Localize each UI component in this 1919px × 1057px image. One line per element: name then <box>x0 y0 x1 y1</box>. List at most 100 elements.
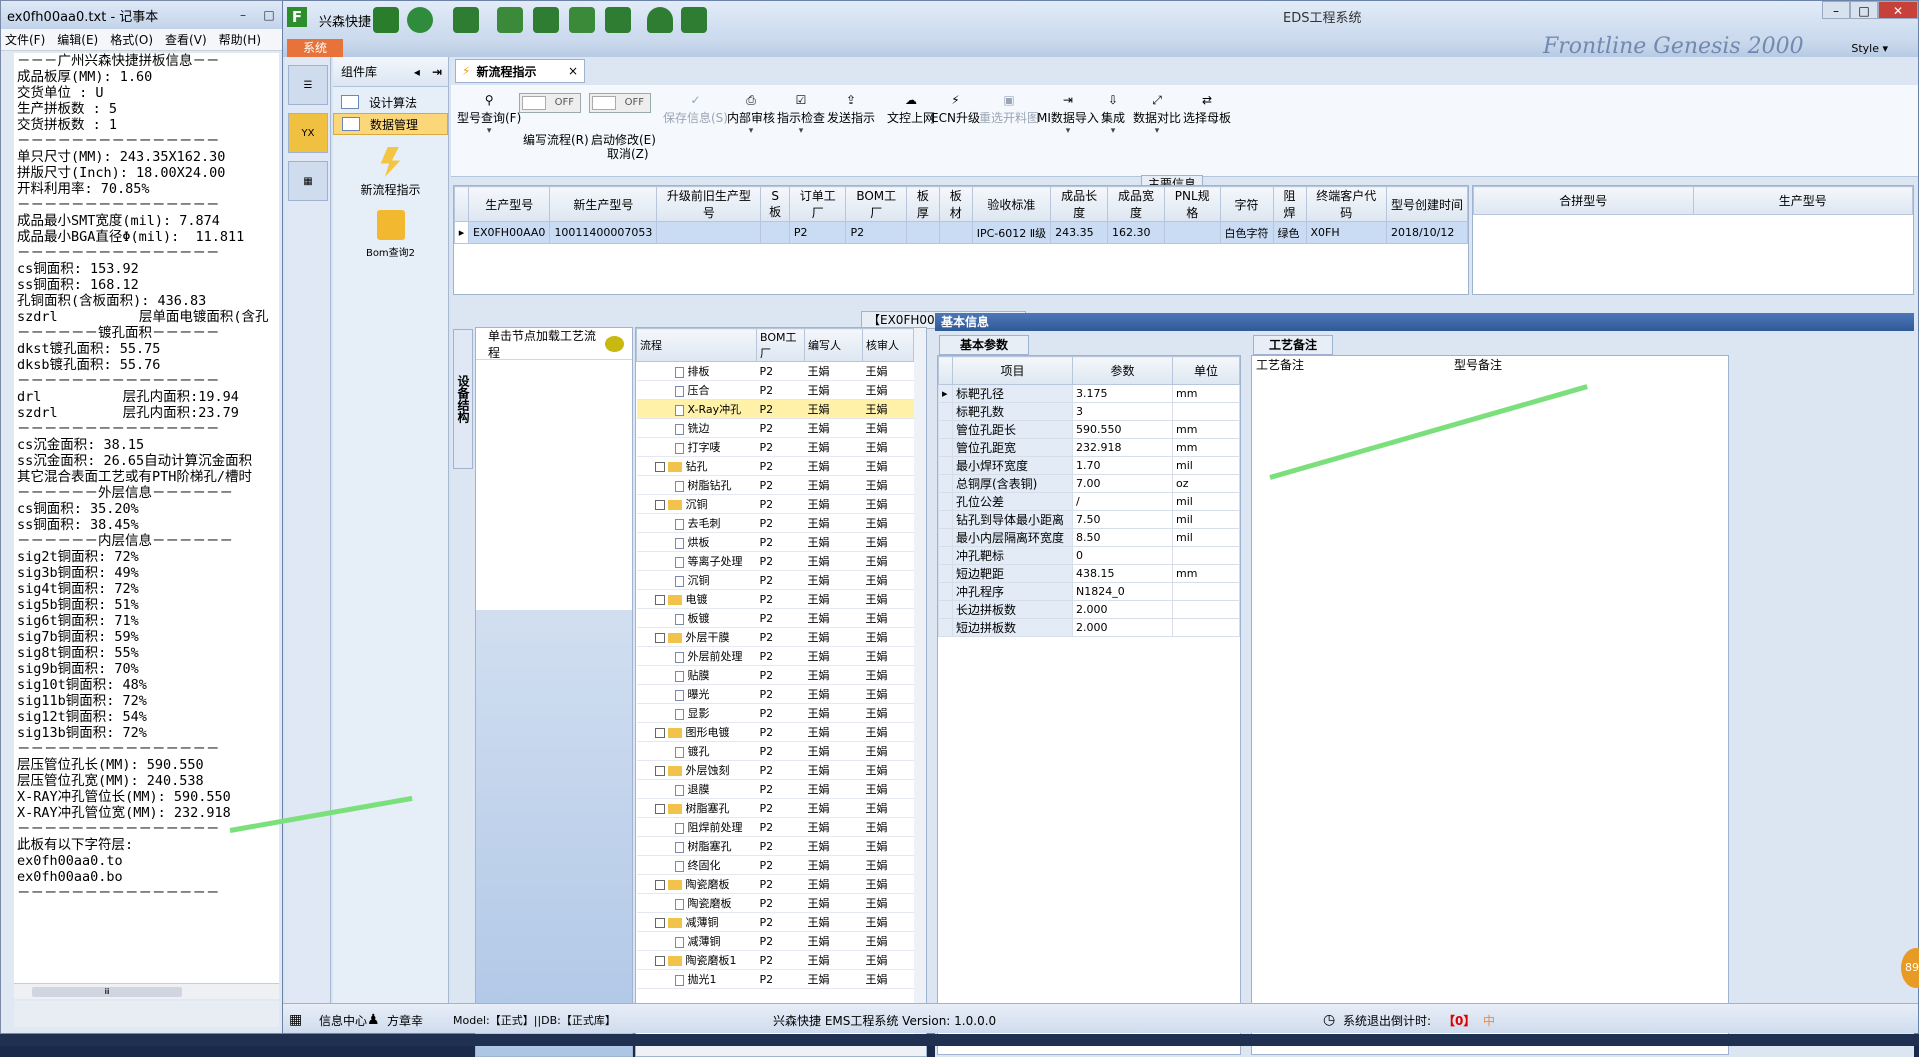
param-value[interactable]: 2.000 <box>1072 618 1173 637</box>
menu-icon[interactable]: ☰ <box>288 65 328 105</box>
param-value[interactable]: 590.550 <box>1072 420 1173 439</box>
collapse-icon[interactable]: ◂ <box>408 65 426 79</box>
expand-icon[interactable] <box>654 804 665 814</box>
param-row[interactable]: 冲孔靶标 0 <box>938 546 1240 565</box>
menu-view[interactable]: 查看(V) <box>165 31 207 48</box>
chart-icon[interactable] <box>681 7 707 33</box>
expand-icon[interactable] <box>654 918 665 928</box>
side-tab-equipment[interactable]: 设备结构 <box>453 329 473 469</box>
menu-help[interactable]: 帮助(H) <box>219 31 261 48</box>
scissors-icon[interactable] <box>497 7 523 33</box>
column-header[interactable]: 成品长度 <box>1050 186 1109 222</box>
table-cell[interactable]: IPC-6012 Ⅱ级 <box>971 221 1052 244</box>
tree-row[interactable]: 陶瓷磨板 P2 王娟 王娟 <box>636 874 914 894</box>
tree-row[interactable]: 减薄铜 P2 王娟 王娟 <box>636 931 914 951</box>
table-cell[interactable]: P2 <box>788 221 847 244</box>
tree-row[interactable]: 压合 P2 王娟 王娟 <box>636 380 914 400</box>
toolbar-button[interactable]: ✓ 保存信息(S) <box>663 85 728 126</box>
tree-row[interactable]: 显影 P2 王娟 王娟 <box>636 703 914 723</box>
column-header[interactable]: 单位 <box>1172 356 1240 385</box>
comp-item-data-mgmt[interactable]: 数据管理 <box>333 113 448 135</box>
tree-row[interactable]: 沉铜 P2 王娟 王娟 <box>636 570 914 590</box>
param-row[interactable]: 冲孔程序 N1824_0 <box>938 582 1240 601</box>
tree-row[interactable]: 图形电镀 P2 王娟 王娟 <box>636 722 914 742</box>
table-cell[interactable]: 白色字符 <box>1219 221 1274 244</box>
toolbar-button[interactable]: ☑ 指示检查 ▾ <box>777 85 825 136</box>
param-value[interactable]: 438.15 <box>1072 564 1173 583</box>
tree-row[interactable]: 陶瓷磨板 P2 王娟 王娟 <box>636 893 914 913</box>
column-header[interactable]: 升级前旧生产型号 <box>656 186 762 222</box>
notepad-text-area[interactable]: －－－广州兴森快捷拼板信息－－ 成品板厚(MM): 1.60 交货单位 : U 生产拼… <box>14 53 279 983</box>
toolbar-button[interactable]: ⚲ 型号查询(F) ▾ <box>457 85 521 136</box>
toolbar-button[interactable]: 取消(Z) <box>607 121 649 162</box>
toolbar-button[interactable]: ⇩ 集成 ▾ <box>1101 85 1125 136</box>
table-cell[interactable]: EX0FH00AA0 <box>467 221 551 244</box>
tree-row[interactable]: 电镀 P2 王娟 王娟 <box>636 589 914 609</box>
tree-row[interactable]: 贴膜 P2 王娟 王娟 <box>636 665 914 685</box>
globe-icon[interactable] <box>407 7 433 33</box>
column-header[interactable]: 型号创建时间 <box>1385 186 1469 222</box>
comp-item-design[interactable]: 设计算法 <box>333 91 448 113</box>
tree-row[interactable]: 树脂塞孔 P2 王娟 王娟 <box>636 798 914 818</box>
tree-row[interactable]: 树脂钻孔 P2 王娟 王娟 <box>636 475 914 495</box>
column-header[interactable]: BOM工厂 <box>845 186 907 222</box>
style-menu[interactable]: Style ▾ <box>1851 42 1888 55</box>
param-row[interactable]: 短边拼板数 2.000 <box>938 618 1240 637</box>
minimize-button[interactable]: – <box>1822 1 1850 19</box>
column-header[interactable]: 项目 <box>952 356 1073 385</box>
yx-module-icon[interactable]: YX <box>288 113 328 153</box>
close-button[interactable]: ✕ <box>1878 1 1918 19</box>
ime-icon[interactable]: 中 <box>1483 1012 1495 1029</box>
table-cell[interactable]: 10011400007053 <box>549 221 658 244</box>
tool-bom-query[interactable]: Bom查询2 <box>333 210 448 259</box>
param-row[interactable]: 管位孔距宽 232.918 mm <box>938 438 1240 457</box>
tree-row[interactable]: 外层前处理 P2 王娟 王娟 <box>636 646 914 666</box>
tab-new-flow[interactable]: ⚡ 新流程指示 × <box>455 59 585 83</box>
table-cell[interactable]: 2018/10/12 <box>1385 221 1469 244</box>
table-row[interactable]: ▸ EX0FH00AA0 10011400007053 P2 P2 IPC-6012 Ⅱ级… <box>454 221 1469 244</box>
column-header[interactable]: 字符 <box>1219 186 1274 222</box>
toolbar-button[interactable]: ⚡ ECN升级 <box>931 85 980 126</box>
dropdown-icon[interactable]: ▾ <box>1037 126 1099 136</box>
column-header[interactable]: 终端客户代码 <box>1305 186 1387 222</box>
column-header[interactable]: 订单工厂 <box>788 186 847 222</box>
tree-row[interactable]: 去毛刺 P2 王娟 王娟 <box>636 513 914 533</box>
column-header[interactable]: 生产型号 <box>467 186 551 222</box>
tree-row[interactable]: 板镀 P2 王娟 王娟 <box>636 608 914 628</box>
notepad-hscrollbar[interactable]: ⅲ <box>14 983 279 999</box>
tree-row[interactable]: 减薄铜 P2 王娟 王娟 <box>636 912 914 932</box>
calculator-icon[interactable]: ▦ <box>288 161 328 201</box>
tree-row[interactable]: 铣边 P2 王娟 王娟 <box>636 418 914 438</box>
table-cell[interactable] <box>938 221 973 244</box>
column-header[interactable]: 板厚 <box>906 186 940 222</box>
column-header[interactable]: 验收标准 <box>971 186 1052 222</box>
table-cell[interactable]: 162.30 <box>1107 221 1165 244</box>
column-header[interactable]: 生产型号 <box>1692 186 1913 215</box>
param-row[interactable]: 总铜厚(含表铜) 7.00 oz <box>938 474 1240 493</box>
tab-process-notes[interactable]: 工艺备注 <box>1253 335 1333 355</box>
toolbar-button[interactable]: ⤢ 数据对比 ▾ <box>1133 85 1181 136</box>
toolbar-button[interactable]: ☁ 文控上网 <box>887 85 935 126</box>
param-row[interactable]: 长边拼板数 2.000 <box>938 600 1240 619</box>
pin-icon[interactable]: ⇥ <box>426 65 448 79</box>
param-row[interactable]: 最小内层隔离环宽度 8.50 mil <box>938 528 1240 547</box>
tree-row[interactable]: 曝光 P2 王娟 王娟 <box>636 684 914 704</box>
tool-new-flow[interactable]: 新流程指示 <box>333 147 448 198</box>
tree-row[interactable]: 陶瓷磨板1 P2 王娟 王娟 <box>636 950 914 970</box>
column-header[interactable]: 板材 <box>938 186 973 222</box>
param-value[interactable]: 3.175 <box>1072 384 1173 403</box>
param-value[interactable]: N1824_0 <box>1072 582 1173 601</box>
column-header[interactable]: 合拼型号 <box>1473 186 1694 215</box>
maximize-button[interactable]: □ <box>256 6 282 24</box>
param-row[interactable]: 管位孔距长 590.550 mm <box>938 420 1240 439</box>
column-header[interactable]: 成品宽度 <box>1107 186 1165 222</box>
tree-row[interactable]: 外层干膜 P2 王娟 王娟 <box>636 627 914 647</box>
tree-row[interactable]: 外层蚀刻 P2 王娟 王娟 <box>636 760 914 780</box>
close-icon[interactable]: × <box>568 64 578 78</box>
film-icon[interactable] <box>533 7 559 33</box>
expand-icon[interactable] <box>654 766 665 776</box>
info-center-link[interactable]: 信息中心 <box>319 1012 367 1029</box>
grid-icon[interactable]: ▦ <box>289 1012 302 1028</box>
param-value[interactable]: 0 <box>1072 546 1173 565</box>
param-value[interactable]: 7.00 <box>1072 474 1173 493</box>
